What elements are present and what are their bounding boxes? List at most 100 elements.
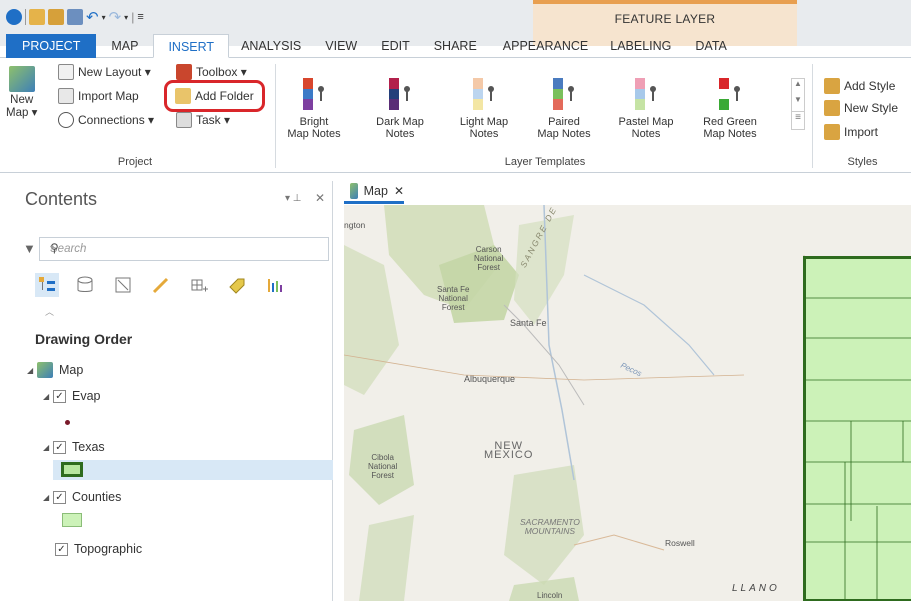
- add-folder-button[interactable]: Add Folder: [164, 80, 265, 112]
- new-project-icon[interactable]: [29, 9, 45, 25]
- open-project-icon[interactable]: [48, 9, 64, 25]
- template-swatch-icon: [635, 78, 645, 111]
- toolbox-button[interactable]: Toolbox ▾: [176, 64, 247, 80]
- expand-triangle-icon[interactable]: ◢: [43, 493, 53, 502]
- template-label-line1: Red Green: [703, 116, 757, 128]
- texas-symbol-icon[interactable]: [61, 462, 83, 477]
- search-input[interactable]: Search ⚲ ▾: [39, 237, 329, 261]
- map-canvas[interactable]: Carson National Forest Santa Fe National…: [344, 205, 911, 601]
- project-group-label: Project: [117, 156, 153, 168]
- tree-item-evap[interactable]: ◢ ✓ Evap: [17, 386, 333, 406]
- layer-name: Texas: [72, 440, 105, 454]
- close-pane-icon[interactable]: ✕: [315, 191, 325, 205]
- new-style-button[interactable]: New Style: [824, 100, 898, 116]
- customize-toolbar-icon[interactable]: ≡: [137, 11, 143, 23]
- expand-triangle-icon[interactable]: ◢: [43, 392, 53, 401]
- layer-template-6[interactable]: Red Green Map Notes: [700, 78, 760, 140]
- import-style-icon: [824, 124, 840, 140]
- tab-data[interactable]: DATA: [683, 34, 738, 58]
- layer-template-2[interactable]: Dark Map Notes: [370, 78, 430, 140]
- list-by-selection-icon[interactable]: [111, 273, 135, 297]
- tab-map[interactable]: MAP: [96, 34, 153, 58]
- tab-appearance[interactable]: APPEARANCE: [493, 34, 598, 58]
- expand-triangle-icon[interactable]: ◢: [43, 443, 53, 452]
- layer-name: Evap: [72, 389, 101, 403]
- layer-visibility-checkbox[interactable]: ✓: [53, 389, 66, 403]
- list-by-drawing-order-icon[interactable]: [35, 273, 59, 297]
- import-map-icon: [58, 88, 74, 104]
- list-by-labeling-icon[interactable]: [225, 273, 249, 297]
- new-style-icon: [824, 100, 840, 116]
- pane-options-icon[interactable]: ▾ ⊥: [285, 193, 302, 204]
- texas-counties-layer[interactable]: [803, 256, 911, 601]
- new-map-button[interactable]: New Map ▾: [6, 66, 37, 119]
- template-label-line1: Light Map: [459, 116, 509, 128]
- contents-title: Contents: [25, 189, 98, 209]
- task-icon: [176, 112, 192, 128]
- arcgis-pro-logo-icon[interactable]: [6, 9, 22, 25]
- undo-icon[interactable]: ↶: [86, 8, 99, 26]
- expand-triangle-icon[interactable]: ◢: [27, 366, 37, 375]
- import-style-label: Import: [844, 125, 879, 139]
- save-project-icon[interactable]: [67, 9, 83, 25]
- new-layout-button[interactable]: New Layout ▾: [58, 64, 151, 80]
- template-label-line2: Map Notes: [537, 128, 591, 140]
- tree-item-counties[interactable]: ◢ ✓ Counties: [17, 487, 333, 507]
- redo-dropdown-icon[interactable]: ▾: [124, 13, 128, 22]
- list-by-editing-icon[interactable]: [149, 273, 173, 297]
- add-style-button[interactable]: Add Style: [824, 78, 895, 94]
- layer-template-4[interactable]: Paired Map Notes: [534, 78, 594, 140]
- import-map-button[interactable]: Import Map: [58, 88, 139, 104]
- filter-icon[interactable]: ▼: [23, 241, 36, 256]
- task-button[interactable]: Task ▾: [176, 112, 230, 128]
- new-map-icon: [8, 66, 35, 92]
- layer-template-1[interactable]: Bright Map Notes: [284, 78, 344, 140]
- redo-icon[interactable]: ↷: [109, 8, 122, 26]
- tab-labeling[interactable]: LABELING: [598, 34, 683, 58]
- gallery-down-icon[interactable]: ▼: [792, 95, 804, 111]
- collapse-toolbar-icon[interactable]: ︿: [45, 305, 54, 318]
- close-map-tab-icon[interactable]: ✕: [394, 184, 404, 198]
- map-label-santa-fe-forest: Santa Fe National Forest: [437, 285, 470, 312]
- list-by-snapping-icon[interactable]: [187, 273, 211, 297]
- map-label-carson-forest: Carson National Forest: [474, 245, 504, 272]
- list-by-charts-icon[interactable]: [263, 273, 287, 297]
- map-label-sacramento-mountains: SACRAMENTO MOUNTAINS: [520, 517, 580, 536]
- template-pin-stem: [320, 91, 322, 101]
- tree-item-topographic[interactable]: ✓ Topographic: [17, 539, 333, 559]
- import-style-button[interactable]: Import: [824, 124, 878, 140]
- tab-share[interactable]: SHARE: [422, 34, 489, 58]
- template-pin-stem: [570, 91, 572, 101]
- tab-view[interactable]: VIEW: [313, 34, 369, 58]
- contents-pane: Contents ▾ ⊥ ✕ ▼ Search ⚲ ▾ ︿ Drawing Or…: [17, 181, 333, 601]
- add-folder-label: Add Folder: [195, 89, 254, 103]
- template-label-line2: Notes: [385, 128, 415, 140]
- add-folder-icon: [175, 88, 191, 104]
- connections-button[interactable]: Connections ▾: [58, 112, 154, 128]
- tree-item-texas[interactable]: ◢ ✓ Texas: [17, 437, 333, 457]
- toolbox-icon: [176, 64, 192, 80]
- map-label-llano: LLANO: [732, 583, 780, 594]
- texas-symbol-row[interactable]: [53, 460, 333, 480]
- tree-item-map[interactable]: ◢ Map: [17, 360, 333, 380]
- gallery-up-icon[interactable]: ▲: [792, 79, 804, 95]
- list-by-data-source-icon[interactable]: [73, 273, 97, 297]
- tab-edit[interactable]: EDIT: [369, 34, 421, 58]
- connections-label: Connections ▾: [78, 113, 155, 127]
- task-label: Task ▾: [196, 113, 231, 127]
- map-view-tab[interactable]: Map ✕: [344, 180, 404, 204]
- undo-dropdown-icon[interactable]: ▾: [102, 13, 106, 22]
- layer-template-5[interactable]: Pastel Map Notes: [616, 78, 676, 140]
- gallery-expand-icon[interactable]: ≡: [792, 111, 804, 127]
- map-label-albuquerque: Albuquerque: [464, 374, 516, 384]
- tab-insert[interactable]: INSERT: [153, 34, 230, 58]
- layer-visibility-checkbox[interactable]: ✓: [53, 440, 66, 454]
- tab-analysis[interactable]: ANALYSIS: [229, 34, 313, 58]
- layer-templates-group-label: Layer Templates: [504, 156, 586, 168]
- map-tab-label: Map: [363, 183, 388, 198]
- layer-template-3[interactable]: Light Map Notes: [454, 78, 514, 140]
- layer-visibility-checkbox[interactable]: ✓: [53, 490, 66, 504]
- tab-project[interactable]: PROJECT: [6, 34, 97, 58]
- layer-visibility-checkbox[interactable]: ✓: [55, 542, 68, 556]
- search-dropdown-icon[interactable]: ▾: [50, 243, 322, 252]
